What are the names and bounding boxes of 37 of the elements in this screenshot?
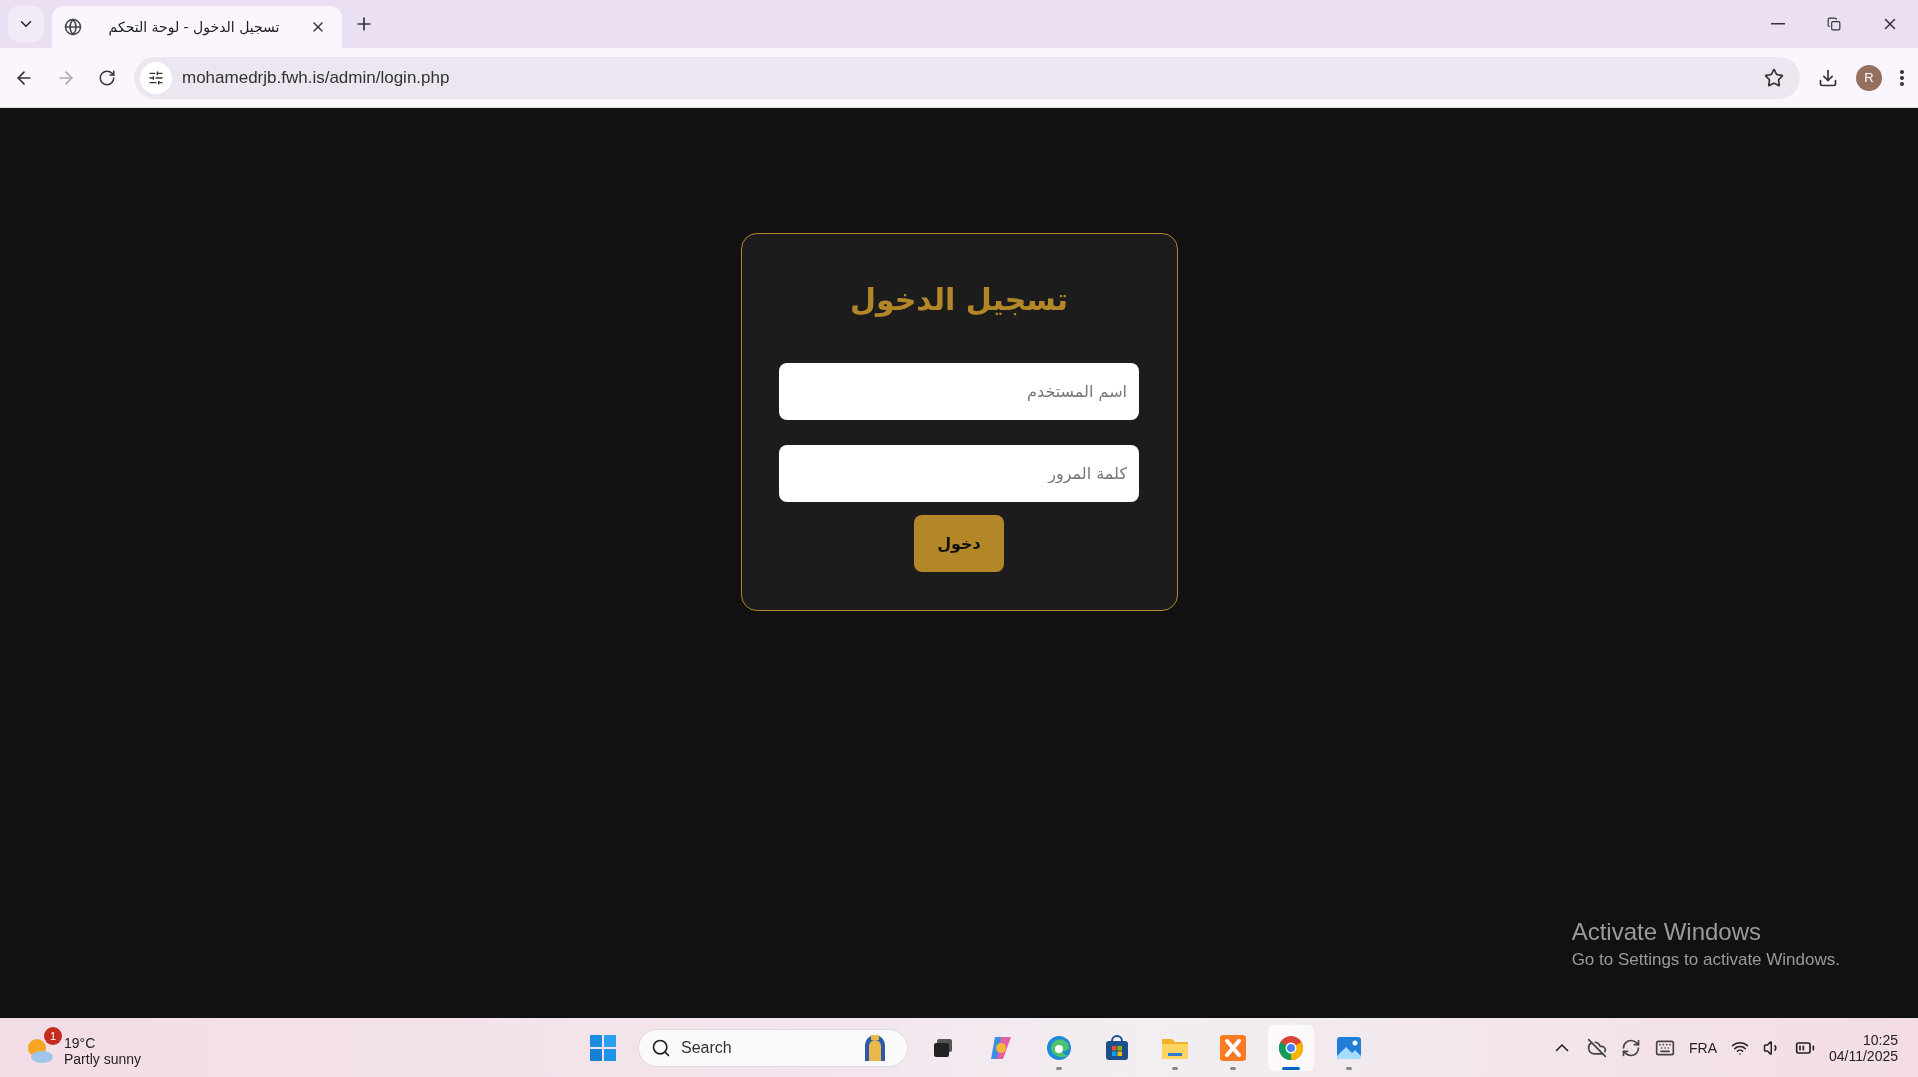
login-title: تسجيل الدخول (849, 282, 1069, 317)
activation-title: Activate Windows (1571, 918, 1763, 946)
sliders-icon (148, 69, 164, 86)
task-view-icon (932, 1036, 954, 1059)
store-icon (1103, 1033, 1131, 1062)
address-bar[interactable]: mohamedrjb.fwh.is/admin/login.php (134, 56, 1800, 99)
windows-logo-icon (590, 1034, 616, 1061)
reload-icon (98, 68, 116, 87)
browser-tab[interactable]: تسجيل الدخول - لوحة التحكم (52, 6, 342, 48)
weather-widget[interactable]: 1 19°C Partly sunny (20, 1024, 148, 1071)
restore-icon (1827, 17, 1841, 31)
cloud-off-icon (1586, 1037, 1607, 1058)
username-field[interactable]: اسم المستخدم (779, 363, 1139, 420)
globe-icon (64, 18, 82, 36)
chevron-up-icon (1554, 1043, 1569, 1052)
url-text: mohamedrjb.fwh.is/admin/login.php (182, 67, 451, 88)
password-field[interactable]: كلمة المرور (779, 445, 1139, 502)
search-icon (651, 1037, 671, 1058)
taskbar-search[interactable]: Search (638, 1028, 908, 1067)
notification-badge: 1 (44, 1026, 62, 1045)
login-button[interactable]: دخول (914, 515, 1004, 572)
site-info-button[interactable] (140, 61, 172, 94)
tab-title: تسجيل الدخول - لوحة التحكم (107, 19, 281, 35)
download-icon (1818, 67, 1838, 88)
more-icon (1900, 69, 1904, 86)
chrome-icon (1277, 1033, 1305, 1062)
temperature-text: 19°C (64, 1034, 97, 1051)
minimize-icon (1771, 23, 1785, 25)
xampp-icon (1219, 1033, 1247, 1062)
profile-avatar[interactable]: R (1856, 64, 1882, 91)
weather-condition: Partly sunny (64, 1050, 142, 1067)
activation-message: Go to Settings to activate Windows. (1571, 950, 1840, 970)
input-language[interactable]: FRA (1688, 1039, 1717, 1056)
clock[interactable]: 10:25 04/11/2025 (1828, 1031, 1898, 1064)
sync-icon (1620, 1037, 1641, 1058)
star-icon (1764, 67, 1784, 88)
edge-icon (1045, 1033, 1073, 1062)
